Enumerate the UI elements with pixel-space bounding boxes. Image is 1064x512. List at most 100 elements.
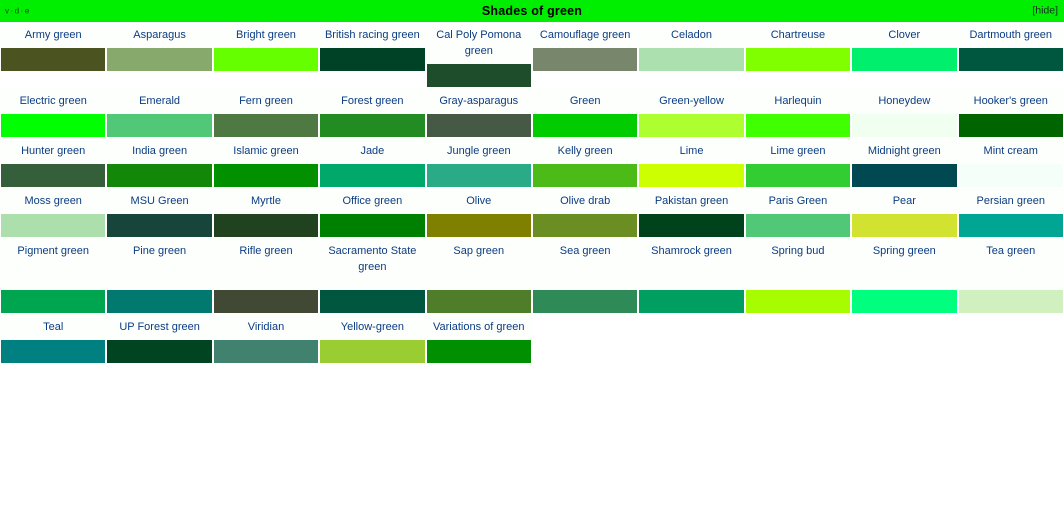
- color-swatch: [639, 114, 744, 137]
- swatch-label-link[interactable]: Dartmouth green: [957, 22, 1064, 48]
- color-swatch: [958, 164, 1063, 187]
- swatch-label-link[interactable]: Lime green: [744, 138, 852, 164]
- color-swatch: [426, 290, 531, 313]
- color-swatch: [107, 48, 212, 71]
- swatch-label-link[interactable]: Cal Poly Pomona green: [425, 22, 532, 64]
- vde-links[interactable]: v·d·e: [5, 7, 30, 16]
- swatch-label-link[interactable]: Olive drab: [531, 188, 639, 214]
- swatch-label-link[interactable]: Midnight green: [851, 138, 958, 164]
- swatch-label-link[interactable]: Army green: [0, 22, 107, 48]
- swatch-label-link[interactable]: Teal: [0, 314, 107, 340]
- swatch-cell: Jungle green: [425, 138, 532, 188]
- swatch-label-link[interactable]: Harlequin: [744, 88, 852, 114]
- swatch-label-link[interactable]: Celadon: [638, 22, 745, 48]
- swatch-label-link[interactable]: Asparagus: [106, 22, 213, 48]
- color-swatch: [958, 290, 1063, 313]
- swatch-cell: Moss green: [0, 188, 107, 238]
- color-swatch: [107, 164, 212, 187]
- swatch-label-link[interactable]: Jungle green: [425, 138, 532, 164]
- swatch-label-link[interactable]: Gray-asparagus: [425, 88, 532, 114]
- swatch-label-link[interactable]: Olive: [425, 188, 532, 214]
- swatch-label-link[interactable]: Emerald: [106, 88, 213, 114]
- color-swatch: [1, 48, 106, 71]
- swatch-label-link[interactable]: Yellow-green: [319, 314, 426, 340]
- swatch-label-link[interactable]: Lime: [638, 138, 745, 164]
- swatch-label-link[interactable]: Electric green: [0, 88, 107, 114]
- color-swatch: [532, 48, 638, 71]
- swatch-label-link[interactable]: Forest green: [319, 88, 426, 114]
- swatch-label-link[interactable]: Islamic green: [212, 138, 320, 164]
- color-swatch: [320, 214, 425, 237]
- swatch-label-link[interactable]: Green-yellow: [638, 88, 745, 114]
- color-swatch: [532, 164, 638, 187]
- swatch-label-link[interactable]: Kelly green: [531, 138, 639, 164]
- swatch-label-link[interactable]: Shamrock green: [638, 238, 745, 290]
- swatch-label-link[interactable]: Spring green: [851, 238, 958, 290]
- swatch-label-link[interactable]: Green: [531, 88, 639, 114]
- swatch-label-link[interactable]: Paris Green: [744, 188, 852, 214]
- color-swatch: [426, 64, 531, 87]
- swatch-label-link[interactable]: Honeydew: [851, 88, 958, 114]
- color-swatch: [213, 114, 319, 137]
- swatch-label-link[interactable]: Pine green: [106, 238, 213, 290]
- swatch-label-link[interactable]: Moss green: [0, 188, 107, 214]
- swatch-cell: Kelly green: [531, 138, 639, 188]
- swatch-label-link[interactable]: Fern green: [212, 88, 320, 114]
- swatch-label-link[interactable]: Pear: [851, 188, 958, 214]
- swatch-cell: Forest green: [319, 88, 426, 138]
- view-link[interactable]: v: [5, 7, 10, 16]
- navbox-title: Shades of green: [481, 4, 583, 18]
- color-swatch: [213, 164, 319, 187]
- swatch-label-link[interactable]: India green: [106, 138, 213, 164]
- swatch-label-link[interactable]: Tea green: [957, 238, 1064, 290]
- swatch-row: Teal UP Forest green Viridian Yellow-green V…: [0, 314, 1064, 364]
- swatch-label-link[interactable]: Bright green: [212, 22, 320, 48]
- swatch-label-link[interactable]: Mint cream: [957, 138, 1064, 164]
- discuss-link[interactable]: d: [15, 7, 20, 16]
- hide-toggle[interactable]: [hide]: [1032, 5, 1058, 17]
- color-swatch: [1, 290, 106, 313]
- swatch-label-link[interactable]: UP Forest green: [106, 314, 213, 340]
- swatch-label-link[interactable]: Persian green: [957, 188, 1064, 214]
- swatch-label-link[interactable]: Hunter green: [0, 138, 107, 164]
- swatch-label-link[interactable]: Myrtle: [212, 188, 320, 214]
- swatch-cell: Sacramento State green: [319, 238, 426, 314]
- color-swatch: [213, 340, 319, 363]
- swatch-label-link[interactable]: Viridian: [212, 314, 320, 340]
- swatch-label-link[interactable]: Sacramento State green: [319, 238, 426, 290]
- swatch-label-link[interactable]: Variations of green: [425, 314, 532, 340]
- color-swatch: [745, 290, 851, 313]
- swatch-label-link[interactable]: Chartreuse: [744, 22, 852, 48]
- swatch-cell: Spring bud: [744, 238, 852, 314]
- swatch-label-link[interactable]: Pigment green: [0, 238, 107, 290]
- swatch-label-link[interactable]: Camouflage green: [531, 22, 639, 48]
- swatch-cell: Paris Green: [744, 188, 852, 238]
- swatch-cell: Midnight green: [851, 138, 958, 188]
- swatch-label-link[interactable]: Sea green: [531, 238, 639, 290]
- swatch-cell: Office green: [319, 188, 426, 238]
- color-swatch: [639, 48, 744, 71]
- swatch-cell: Variations of green: [425, 314, 532, 364]
- swatch-cell: Persian green: [957, 188, 1064, 238]
- swatch-label-link[interactable]: Spring bud: [744, 238, 852, 290]
- swatch-label-link[interactable]: Rifle green: [212, 238, 320, 290]
- edit-link[interactable]: e: [25, 7, 30, 16]
- swatch-label-link[interactable]: Jade: [319, 138, 426, 164]
- swatch-cell: Green-yellow: [638, 88, 745, 138]
- color-swatch: [320, 340, 425, 363]
- swatch-label-link[interactable]: Sap green: [425, 238, 532, 290]
- swatch-row: Army green Asparagus Bright green British r…: [0, 22, 1064, 88]
- swatch-cell: Emerald: [106, 88, 213, 138]
- swatch-label-link[interactable]: Pakistan green: [638, 188, 745, 214]
- swatch-label-link[interactable]: Hooker's green: [957, 88, 1064, 114]
- swatch-cell: Sap green: [425, 238, 532, 314]
- swatch-cell: Pakistan green: [638, 188, 745, 238]
- color-swatch: [426, 340, 531, 363]
- swatch-label-link[interactable]: Clover: [851, 22, 958, 48]
- swatch-label-link[interactable]: British racing green: [319, 22, 426, 48]
- swatch-cell: Green: [531, 88, 639, 138]
- swatch-cell: Dartmouth green: [957, 22, 1064, 88]
- color-swatch: [213, 48, 319, 71]
- swatch-label-link[interactable]: Office green: [319, 188, 426, 214]
- swatch-label-link[interactable]: MSU Green: [106, 188, 213, 214]
